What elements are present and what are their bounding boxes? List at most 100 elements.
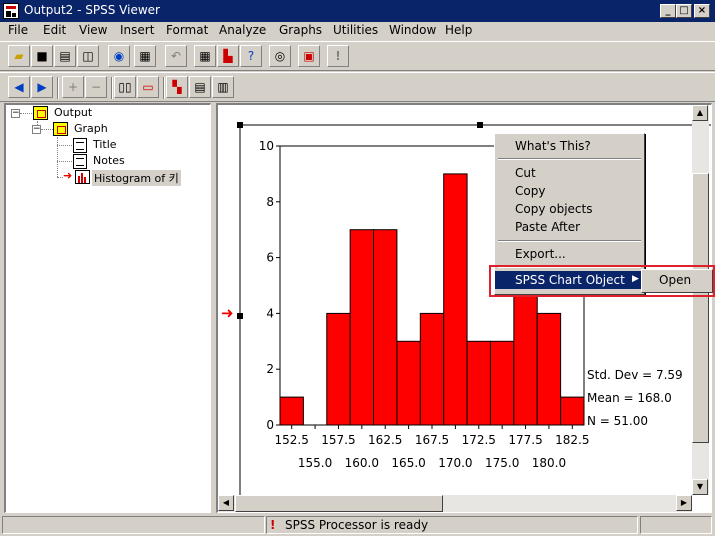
undo-icon[interactable]: ↶: [165, 45, 187, 67]
histogram-bar: [349, 229, 375, 426]
current-item-arrow-icon: ➜: [63, 169, 73, 182]
y-tick-label: 0: [266, 418, 274, 432]
x-tick-label: 172.5: [462, 433, 496, 447]
y-tick-label: 4: [266, 306, 274, 320]
status-cell-right: [640, 516, 712, 534]
collapse-output-icon[interactable]: −: [11, 109, 20, 118]
menu-help[interactable]: Help: [445, 23, 472, 37]
menu-bar: File Edit View Insert Format Analyze Gra…: [0, 22, 715, 40]
print-icon[interactable]: ▤: [54, 45, 76, 67]
x-tick-label: 155.0: [298, 456, 332, 470]
menu-paste-after[interactable]: Paste After: [495, 218, 644, 236]
histogram-bar: [489, 340, 515, 426]
goto-data-icon[interactable]: ▦: [194, 45, 216, 67]
collapse-graph-icon[interactable]: −: [32, 125, 41, 134]
maximize-button[interactable]: □: [676, 4, 692, 18]
open-folder-icon[interactable]: ▰: [8, 45, 30, 67]
goto-case-icon[interactable]: ▙: [217, 45, 239, 67]
histogram-bar: [536, 312, 562, 426]
histogram-bar: [396, 340, 421, 426]
show-icon[interactable]: ▯▯: [114, 76, 136, 98]
menu-cut[interactable]: Cut: [495, 164, 644, 182]
selection-handle: [237, 313, 243, 319]
menu-file[interactable]: File: [8, 23, 28, 37]
hide-icon[interactable]: ▭: [137, 76, 159, 98]
insert-text-icon[interactable]: ▥: [212, 76, 234, 98]
insert-title-icon[interactable]: ▤: [189, 76, 211, 98]
scroll-left-button[interactable]: ◀: [218, 495, 234, 511]
horizontal-scrollbar[interactable]: ◀ ▶: [218, 495, 692, 512]
exclamation-icon[interactable]: !: [327, 45, 349, 67]
menu-graphs[interactable]: Graphs: [279, 23, 322, 37]
menu-whats-this[interactable]: What's This?: [495, 137, 644, 155]
spss-app-icon[interactable]: [3, 3, 19, 19]
use-sets-icon[interactable]: ◎: [269, 45, 291, 67]
minimize-button[interactable]: _: [660, 4, 676, 18]
notes-page-icon: [73, 154, 87, 169]
tree-item-notes[interactable]: Notes: [93, 154, 125, 167]
graph-book-icon: [53, 122, 68, 136]
menu-edit[interactable]: Edit: [43, 23, 66, 37]
status-cell-main: ! SPSS Processor is ready: [266, 516, 638, 534]
menu-view[interactable]: View: [79, 23, 107, 37]
save-icon[interactable]: ■: [31, 45, 53, 67]
tree-item-histogram[interactable]: Histogram of 키: [92, 170, 181, 186]
main-toolbar: ▰ ■ ▤ ◫ ◉ ▦ ↶ ▦ ▙ ? ◎ ▣ !: [0, 41, 715, 71]
x-tick-label: 167.5: [415, 433, 449, 447]
scroll-right-button[interactable]: ▶: [676, 495, 692, 511]
histogram-chart-icon: [75, 170, 90, 184]
histogram-bar: [513, 285, 538, 426]
histogram-bar: [419, 312, 445, 426]
y-tick-label: 6: [266, 251, 274, 265]
histogram-bar: [279, 396, 304, 426]
histogram-bar: [443, 173, 468, 426]
scroll-down-button[interactable]: ▼: [692, 479, 708, 495]
scroll-up-button[interactable]: ▲: [692, 105, 708, 121]
annotation-highlight-box: [489, 265, 715, 297]
tree-item-graph[interactable]: Graph: [74, 122, 108, 135]
expand-plus-icon[interactable]: +: [62, 76, 84, 98]
variables-icon[interactable]: ?: [240, 45, 262, 67]
x-tick-label: 182.5: [555, 433, 589, 447]
vertical-scrollbar[interactable]: ▲ ▼: [692, 105, 709, 495]
tree-item-output[interactable]: Output: [54, 106, 92, 119]
horizontal-scroll-thumb[interactable]: [235, 495, 443, 512]
selection-arrow-icon: ➜: [221, 304, 234, 322]
outline-pane[interactable]: − Output − Graph Title Notes ➜ Histogram…: [4, 103, 211, 513]
x-tick-label: 170.0: [438, 456, 472, 470]
collapse-minus-icon[interactable]: −: [85, 76, 107, 98]
menu-utilities[interactable]: Utilities: [333, 23, 378, 37]
output-book-icon: [33, 106, 48, 120]
menu-copy[interactable]: Copy: [495, 182, 644, 200]
selection-handle: [477, 122, 483, 128]
title-page-icon: [73, 138, 87, 153]
status-bar: ! SPSS Processor is ready: [0, 514, 715, 536]
vertical-scroll-thumb[interactable]: [692, 173, 709, 443]
histogram-bar: [326, 312, 351, 426]
close-button[interactable]: ×: [694, 4, 710, 18]
stat-mean: Mean = 168.0: [587, 391, 672, 405]
x-tick-label: 162.5: [368, 433, 402, 447]
menu-format[interactable]: Format: [166, 23, 208, 37]
processor-status-text: SPSS Processor is ready: [285, 518, 429, 532]
title-bar[interactable]: Output2 - SPSS Viewer _ □ ×: [0, 0, 715, 22]
window-title: Output2 - SPSS Viewer: [24, 3, 160, 17]
designate-window-icon[interactable]: ▣: [298, 45, 320, 67]
arrow-right-icon[interactable]: ▶: [31, 76, 53, 98]
dialog-recall-icon[interactable]: ▦: [134, 45, 156, 67]
export-icon[interactable]: ◉: [108, 45, 130, 67]
menu-export[interactable]: Export...: [495, 245, 644, 263]
menu-copy-objects[interactable]: Copy objects: [495, 200, 644, 218]
menu-insert[interactable]: Insert: [120, 23, 154, 37]
print-preview-icon[interactable]: ◫: [77, 45, 99, 67]
histogram-bar: [466, 340, 491, 426]
menu-window[interactable]: Window: [389, 23, 436, 37]
tree-item-title[interactable]: Title: [93, 138, 117, 151]
arrow-left-icon[interactable]: ◀: [8, 76, 30, 98]
insert-heading-icon[interactable]: ▚: [166, 76, 188, 98]
x-tick-label: 175.0: [485, 456, 519, 470]
menu-analyze[interactable]: Analyze: [219, 23, 266, 37]
histogram-bar: [560, 396, 585, 426]
y-tick-label: 10: [259, 139, 274, 153]
y-tick-label: 8: [266, 195, 274, 209]
